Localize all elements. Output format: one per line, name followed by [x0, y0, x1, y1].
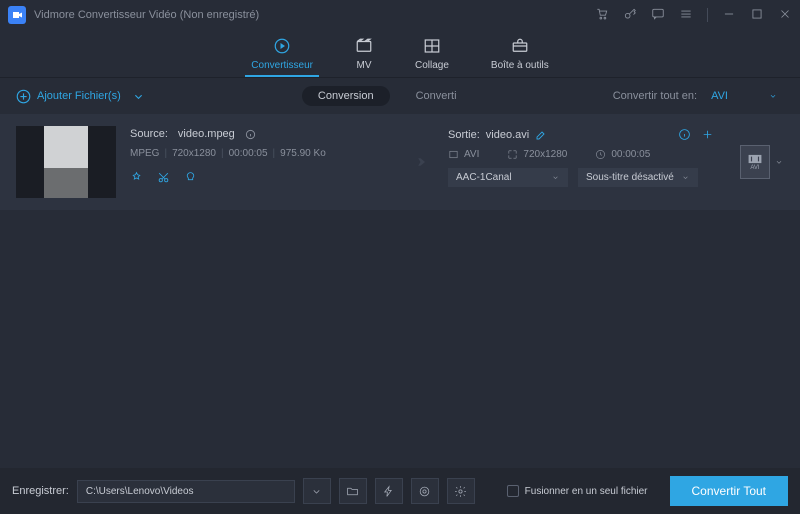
feedback-icon[interactable] [651, 7, 665, 24]
chevron-down-icon[interactable] [774, 157, 784, 167]
add-file-button[interactable]: Ajouter Fichier(s) [16, 89, 146, 104]
merge-checkbox[interactable]: Fusionner en un seul fichier [507, 485, 648, 497]
source-size: 975.90 Ko [280, 148, 326, 159]
output-line: Sortie: video.avi [448, 129, 547, 141]
high-speed-button[interactable] [411, 478, 439, 504]
converti-tab-button[interactable]: Converti [416, 90, 457, 102]
window-title: Vidmore Convertisseur Vidéo (Non enregis… [34, 9, 259, 21]
output-format: AVI [448, 149, 479, 160]
info-output-icon[interactable] [678, 128, 691, 141]
gpu-accel-button[interactable] [375, 478, 403, 504]
add-file-label: Ajouter Fichier(s) [37, 90, 121, 102]
convert-all-label: Convertir tout en: [613, 90, 697, 102]
thumbnail-image [44, 126, 88, 198]
convert-all-button[interactable]: Convertir Tout [670, 476, 788, 506]
chevron-down-icon [551, 173, 560, 182]
output-format-box-label: AVI [750, 165, 759, 171]
menu-icon[interactable] [679, 7, 693, 24]
file-row: Source: video.mpeg MPEG| 720x1280| 00:00… [0, 114, 800, 210]
convert-icon [273, 37, 291, 58]
chevron-down-icon [681, 173, 690, 182]
output-prefix: Sortie: [448, 129, 480, 141]
tab-label: MV [356, 60, 371, 71]
path-dropdown-button[interactable] [303, 478, 331, 504]
tab-label: Boîte à outils [491, 60, 549, 71]
output-filename: video.avi [486, 129, 529, 141]
arrow-icon [404, 126, 434, 198]
output-duration: 00:00:05 [595, 149, 650, 160]
divider [707, 8, 708, 22]
subtitle-select-value: Sous-titre désactivé [586, 172, 674, 183]
convert-all-format-select[interactable]: AVI [705, 88, 784, 104]
output-resolution: 720x1280 [507, 149, 567, 160]
titlebar: Vidmore Convertisseur Vidéo (Non enregis… [0, 0, 800, 30]
edit-icon[interactable] [130, 171, 143, 184]
audio-select[interactable]: AAC-1Canal [448, 168, 568, 187]
source-prefix: Source: [130, 128, 168, 140]
tab-label: Collage [415, 60, 449, 71]
tab-convertisseur[interactable]: Convertisseur [251, 37, 313, 77]
output-resolution-value: 720x1280 [523, 149, 567, 160]
minimize-icon[interactable] [722, 7, 736, 24]
tab-label: Convertisseur [251, 60, 313, 71]
source-filename: video.mpeg [178, 128, 235, 140]
settings-button[interactable] [447, 478, 475, 504]
add-output-icon[interactable] [701, 128, 714, 141]
maximize-icon[interactable] [750, 7, 764, 24]
audio-select-value: AAC-1Canal [456, 172, 512, 183]
collage-icon [423, 37, 441, 58]
output-duration-value: 00:00:05 [611, 149, 650, 160]
output-format-button[interactable]: AVI [740, 145, 770, 179]
conversion-tab-button[interactable]: Conversion [302, 86, 390, 106]
convert-all-format-value: AVI [711, 90, 728, 102]
footer-bar: Enregistrer: C:\Users\Lenovo\Videos Fusi… [0, 468, 800, 514]
merge-label: Fusionner en un seul fichier [525, 486, 648, 497]
tab-collage[interactable]: Collage [415, 37, 449, 77]
source-meta: MPEG| 720x1280| 00:00:05| 975.90 Ko [130, 148, 390, 159]
source-line: Source: video.mpeg [130, 128, 390, 140]
browse-folder-button[interactable] [339, 478, 367, 504]
cut-icon[interactable] [157, 171, 170, 184]
source-resolution: 720x1280 [172, 148, 216, 159]
chevron-down-icon [768, 91, 778, 101]
video-thumbnail[interactable] [16, 126, 116, 198]
toolbar: Ajouter Fichier(s) Conversion Converti C… [0, 78, 800, 114]
tab-boite[interactable]: Boîte à outils [491, 37, 549, 77]
close-icon[interactable] [778, 7, 792, 24]
toolbox-icon [511, 37, 529, 58]
output-format-value: AVI [464, 149, 479, 160]
main-tabs: Convertisseur MV Collage Boîte à outils [0, 30, 800, 78]
source-duration: 00:00:05 [229, 148, 268, 159]
save-label: Enregistrer: [12, 485, 69, 497]
cart-icon[interactable] [595, 7, 609, 24]
subtitle-select[interactable]: Sous-titre désactivé [578, 168, 698, 187]
source-codec: MPEG [130, 148, 159, 159]
save-path-input[interactable]: C:\Users\Lenovo\Videos [77, 480, 295, 503]
app-logo [8, 6, 26, 24]
chevron-down-icon [131, 89, 146, 104]
key-icon[interactable] [623, 7, 637, 24]
mv-icon [355, 37, 373, 58]
edit-name-icon[interactable] [535, 129, 547, 141]
enhance-icon[interactable] [184, 171, 197, 184]
info-icon[interactable] [245, 129, 256, 140]
tab-mv[interactable]: MV [355, 37, 373, 77]
checkbox-box [507, 485, 519, 497]
